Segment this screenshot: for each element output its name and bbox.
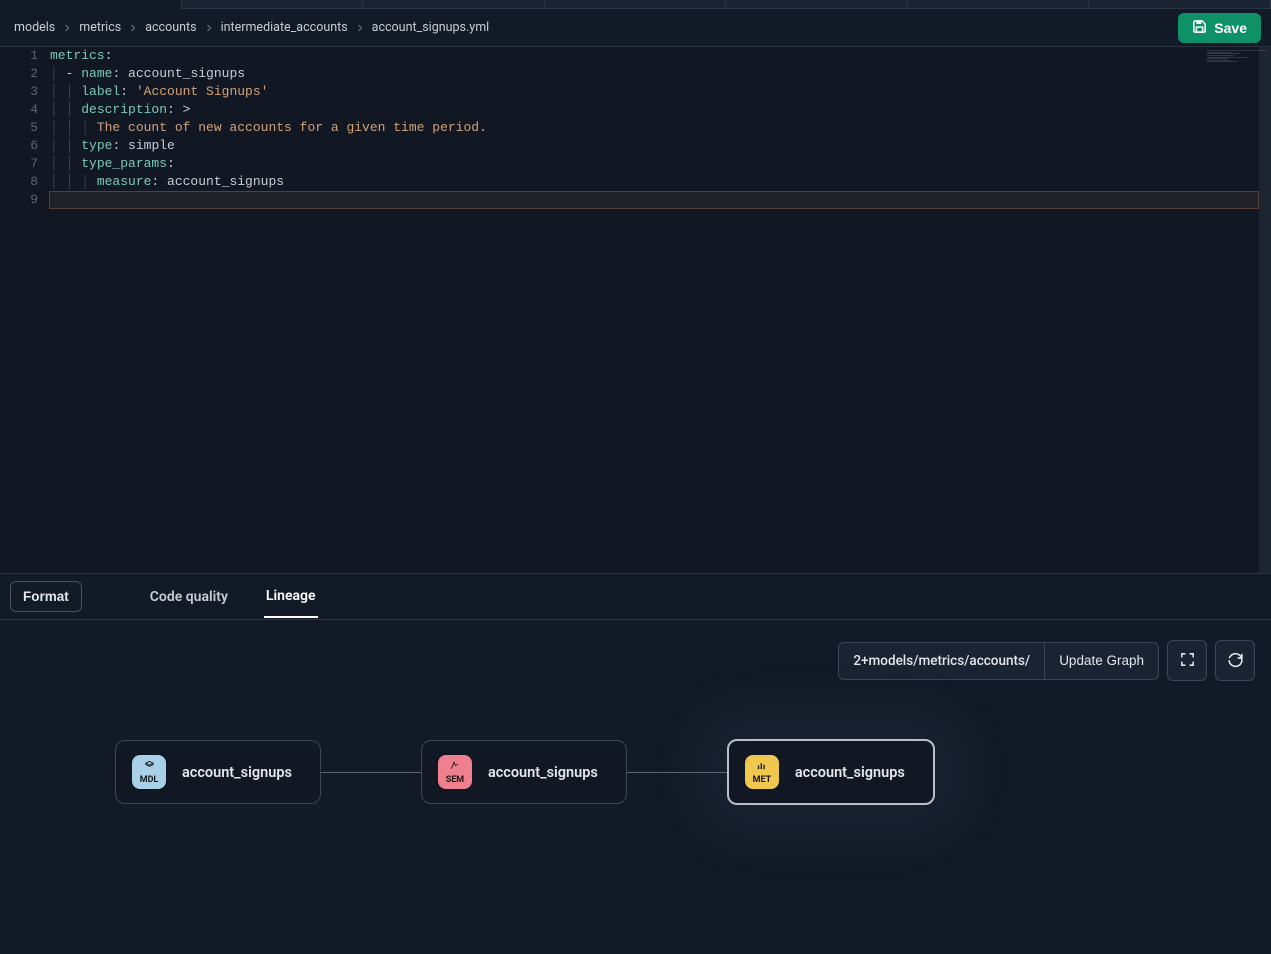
file-tab[interactable] xyxy=(182,0,364,9)
breadcrumb-segment[interactable]: accounts xyxy=(145,20,196,35)
node-label: account_signups xyxy=(488,764,598,781)
breadcrumb[interactable]: models metrics accounts intermediate_accoun… xyxy=(14,20,489,35)
chevron-right-icon xyxy=(203,22,215,34)
line-number: 9 xyxy=(0,191,38,209)
breadcrumb-segment[interactable]: models xyxy=(14,20,55,35)
code-editor[interactable]: 123456789 metrics:│ - name: account_sign… xyxy=(0,47,1271,573)
file-tab[interactable] xyxy=(0,0,182,9)
lineage-canvas[interactable]: 2+models/metrics/accounts/ Update Graph … xyxy=(0,620,1271,954)
line-number-gutter: 123456789 xyxy=(0,47,50,573)
code-line[interactable]: metrics: xyxy=(50,47,1259,65)
lineage-filter-input[interactable]: 2+models/metrics/accounts/ xyxy=(838,642,1045,680)
sem-icon xyxy=(448,760,461,774)
minimap[interactable] xyxy=(1207,50,1267,62)
panel-tab-lineage[interactable]: Lineage xyxy=(264,576,318,618)
file-tab[interactable] xyxy=(908,0,1090,9)
node-type-badge: MDL xyxy=(132,755,166,789)
code-area[interactable]: metrics:│ - name: account_signups│ │ lab… xyxy=(50,47,1259,573)
line-number: 3 xyxy=(0,83,38,101)
code-line[interactable]: │ │ label: 'Account Signups' xyxy=(50,83,1259,101)
node-type-label: MET xyxy=(753,775,772,785)
refresh-icon xyxy=(1227,651,1244,671)
chevron-right-icon xyxy=(354,22,366,34)
node-type-label: SEM xyxy=(446,775,464,785)
line-number: 6 xyxy=(0,137,38,155)
refresh-button[interactable] xyxy=(1215,640,1255,681)
save-button-label: Save xyxy=(1214,20,1247,36)
file-tab[interactable] xyxy=(726,0,908,9)
code-line[interactable] xyxy=(49,191,1259,209)
code-line[interactable]: │ │ type_params: xyxy=(50,155,1259,173)
file-tab-strip xyxy=(0,0,1271,9)
node-type-badge: SEM xyxy=(438,755,472,789)
node-type-label: MDL xyxy=(140,775,159,785)
fullscreen-button[interactable] xyxy=(1167,640,1207,681)
node-label: account_signups xyxy=(795,764,905,781)
line-number: 5 xyxy=(0,119,38,137)
line-number: 7 xyxy=(0,155,38,173)
lineage-node-mdl[interactable]: MDL account_signups xyxy=(115,740,321,804)
file-tab[interactable] xyxy=(1089,0,1271,9)
code-line[interactable]: │ - name: account_signups xyxy=(50,65,1259,83)
line-number: 8 xyxy=(0,173,38,191)
fullscreen-icon xyxy=(1179,651,1196,671)
panel-tab-code-quality[interactable]: Code quality xyxy=(148,577,230,617)
file-tab[interactable] xyxy=(363,0,545,9)
mdl-icon xyxy=(143,760,156,774)
line-number: 1 xyxy=(0,47,38,65)
met-icon xyxy=(755,760,768,774)
line-number: 4 xyxy=(0,101,38,119)
code-line[interactable]: │ │ │ measure: account_signups xyxy=(50,173,1259,191)
breadcrumb-segment[interactable]: intermediate_accounts xyxy=(221,20,348,35)
lineage-node-met[interactable]: MET account_signups xyxy=(727,739,935,805)
node-label: account_signups xyxy=(182,764,292,781)
line-number: 2 xyxy=(0,65,38,83)
code-line[interactable]: │ │ type: simple xyxy=(50,137,1259,155)
lower-panel: Format Code quality Lineage 2+models/metr… xyxy=(0,573,1271,954)
code-line[interactable]: │ │ description: > xyxy=(50,101,1259,119)
lineage-edge xyxy=(627,772,727,773)
save-button[interactable]: Save xyxy=(1178,13,1261,43)
lineage-node-sem[interactable]: SEM account_signups xyxy=(421,740,627,804)
breadcrumb-segment[interactable]: account_signups.yml xyxy=(372,20,490,35)
lineage-edge xyxy=(321,772,421,773)
format-button[interactable]: Format xyxy=(10,581,82,612)
node-type-badge: MET xyxy=(745,755,779,789)
file-tab[interactable] xyxy=(545,0,727,9)
breadcrumb-segment[interactable]: metrics xyxy=(79,20,121,35)
editor-scrollbar[interactable] xyxy=(1259,47,1271,573)
chevron-right-icon xyxy=(127,22,139,34)
code-line[interactable]: │ │ │ The count of new accounts for a gi… xyxy=(50,119,1259,137)
update-graph-button[interactable]: Update Graph xyxy=(1045,642,1159,680)
chevron-right-icon xyxy=(61,22,73,34)
save-icon xyxy=(1192,19,1207,37)
